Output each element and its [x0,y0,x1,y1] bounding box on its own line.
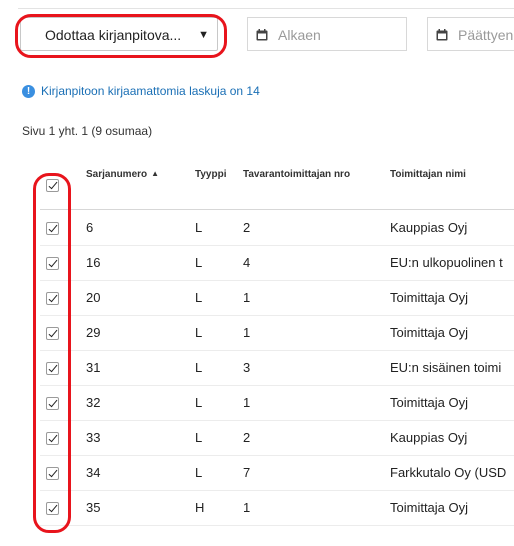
table-row[interactable]: 32 L 1 Toimittaja Oyj [40,385,514,421]
type-cell: L [195,220,203,235]
supplier-number-cell: 2 [243,220,251,235]
row-checkbox[interactable] [46,397,59,410]
supplier-name-cell: Kauppias Oyj [390,220,468,235]
serial-number-cell: 16 [86,255,101,270]
type-cell: H [195,500,205,515]
end-date-placeholder: Päättyen [458,27,514,43]
type-cell: L [195,395,203,410]
type-cell: L [195,360,203,375]
start-date-input[interactable]: Alkaen [247,17,407,51]
serial-number-cell: 6 [86,220,94,235]
table-row[interactable]: 29 L 1 Toimittaja Oyj [40,315,514,351]
table-row[interactable]: 35 H 1 Toimittaja Oyj [40,490,514,526]
supplier-name-cell: Toimittaja Oyj [390,500,469,515]
supplier-name-cell: Toimittaja Oyj [390,395,469,410]
row-checkbox[interactable] [46,467,59,480]
column-header-serial[interactable]: Sarjanumero ▲ [86,169,159,180]
supplier-name-cell: Farkkutalo Oy (USD [390,465,507,480]
end-date-input[interactable]: Päättyen [427,17,514,51]
serial-number-cell: 32 [86,395,101,410]
column-header-supplier-name[interactable]: Toimittajan nimi [390,169,466,180]
unposted-invoices-notice[interactable]: ! Kirjanpitoon kirjaamattomia laskuja on… [22,84,260,98]
supplier-name-cell: Toimittaja Oyj [390,290,469,305]
row-checkbox[interactable] [46,432,59,445]
dropdown-caret-icon: ▼ [198,29,209,41]
supplier-name-cell: Kauppias Oyj [390,430,468,445]
type-cell: L [195,465,203,480]
table-row[interactable]: 20 L 1 Toimittaja Oyj [40,280,514,316]
supplier-number-cell: 3 [243,360,251,375]
supplier-number-cell: 1 [243,395,251,410]
serial-number-cell: 20 [86,290,101,305]
supplier-number-cell: 4 [243,255,251,270]
select-all-checkbox[interactable] [46,179,59,192]
type-cell: L [195,255,203,270]
row-checkbox[interactable] [46,222,59,235]
row-checkbox[interactable] [46,362,59,375]
serial-number-cell: 29 [86,325,101,340]
start-date-placeholder: Alkaen [278,27,321,43]
serial-number-cell: 34 [86,465,101,480]
supplier-number-cell: 2 [243,430,251,445]
sort-ascending-icon: ▲ [151,169,160,178]
calendar-icon [436,29,448,41]
supplier-name-cell: EU:n ulkopuolinen t [390,255,503,270]
supplier-number-cell: 1 [243,500,251,515]
supplier-name-cell: EU:n sisäinen toimi [390,360,502,375]
table-row[interactable]: 33 L 2 Kauppias Oyj [40,420,514,456]
type-cell: L [195,430,203,445]
supplier-number-cell: 7 [243,465,251,480]
info-icon: ! [22,84,35,98]
notice-text: Kirjanpitoon kirjaamattomia laskuja on 1… [41,84,260,98]
status-filter-select[interactable]: Odottaa kirjanpitova... ▼ [20,17,218,51]
calendar-icon [256,29,268,41]
serial-number-cell: 33 [86,430,101,445]
status-filter-value: Odottaa kirjanpitova... [45,27,182,43]
row-checkbox[interactable] [46,502,59,515]
supplier-number-cell: 1 [243,325,251,340]
table-row[interactable]: 31 L 3 EU:n sisäinen toimi [40,350,514,386]
supplier-name-cell: Toimittaja Oyj [390,325,469,340]
row-checkbox[interactable] [46,257,59,270]
column-header-supplier-no[interactable]: Tavarantoimittajan nro [243,169,350,180]
pagination-info: Sivu 1 yht. 1 (9 osumaa) [22,124,153,138]
column-header-type[interactable]: Tyyppi [195,169,226,180]
type-cell: L [195,325,203,340]
serial-number-cell: 31 [86,360,101,375]
top-divider [18,8,514,9]
row-checkbox[interactable] [46,327,59,340]
table-row[interactable]: 6 L 2 Kauppias Oyj [40,210,514,246]
table-row[interactable]: 16 L 4 EU:n ulkopuolinen t [40,245,514,281]
row-checkbox[interactable] [46,292,59,305]
type-cell: L [195,290,203,305]
supplier-number-cell: 1 [243,290,251,305]
serial-number-cell: 35 [86,500,101,515]
table-row[interactable]: 34 L 7 Farkkutalo Oy (USD [40,455,514,491]
